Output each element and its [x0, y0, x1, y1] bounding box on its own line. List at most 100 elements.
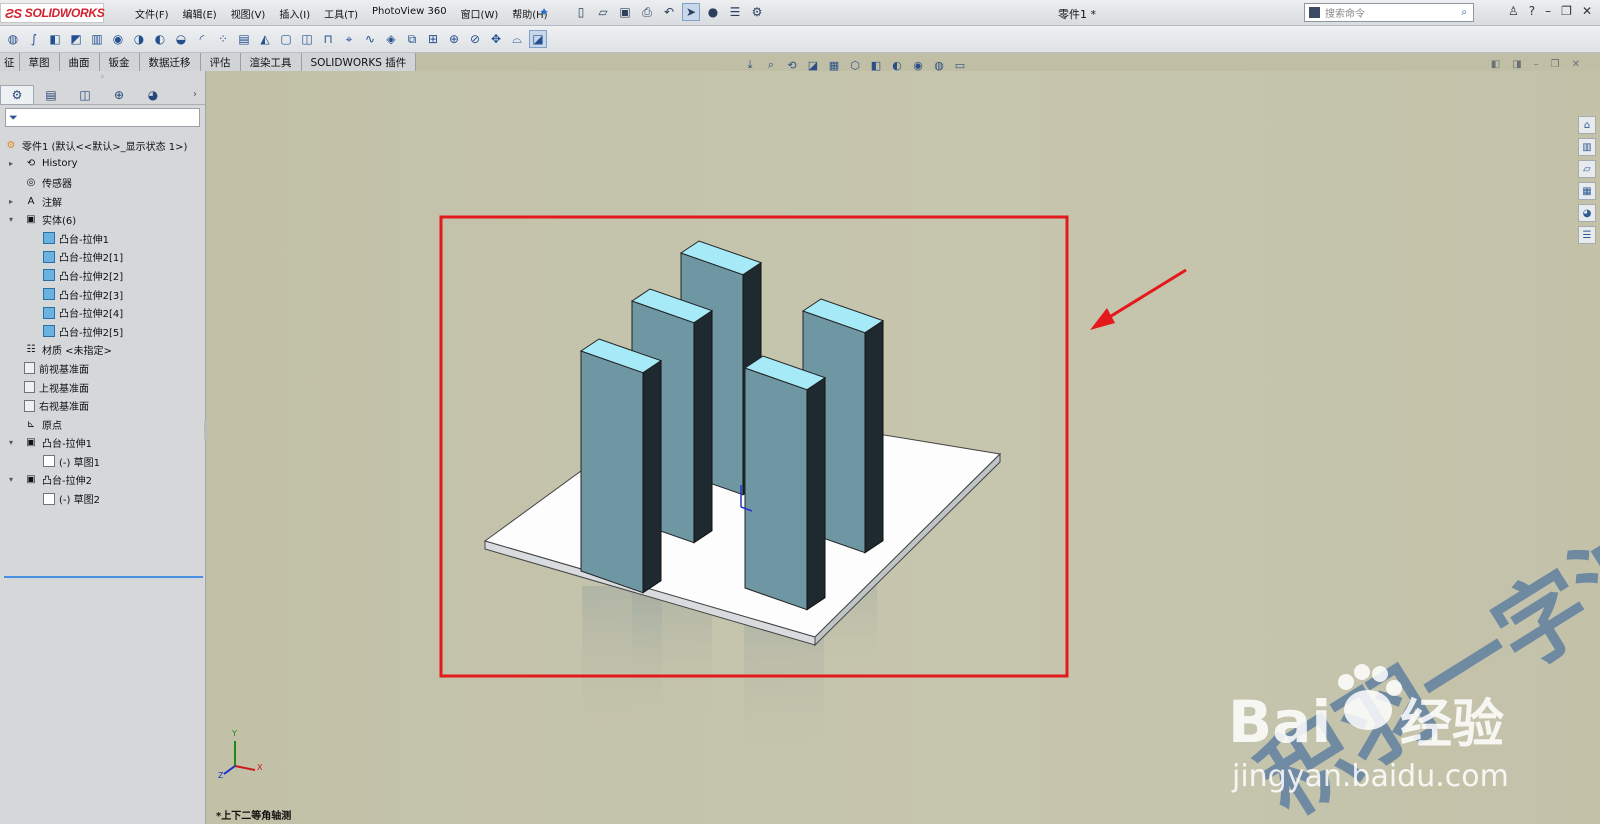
dome-icon[interactable]: ⌓	[508, 30, 526, 48]
menu-file[interactable]: 文件(F)	[128, 6, 176, 21]
expander-icon[interactable]: ▾	[9, 475, 17, 484]
new-document-icon[interactable]: ▯	[572, 3, 590, 21]
instant3d-icon[interactable]: ◈	[382, 30, 400, 48]
shell-icon[interactable]: ▢	[277, 30, 295, 48]
chevron-right-icon[interactable]: ›	[193, 89, 197, 100]
sweep-icon[interactable]: ∫	[25, 30, 43, 48]
file-explorer-icon[interactable]: ▱	[1578, 160, 1596, 178]
collapse-left-icon[interactable]: ◧	[1491, 59, 1500, 70]
filter-icon[interactable]: ⏷	[9, 111, 18, 125]
tab-evaluate[interactable]: 评估	[200, 53, 241, 71]
user-icon[interactable]: ♙	[1508, 4, 1519, 18]
revolve-icon[interactable]: ◍	[4, 30, 22, 48]
tree-item[interactable]: ◎ 传感器	[0, 173, 206, 192]
curves-icon[interactable]: ∿	[361, 30, 379, 48]
configuration-manager-tab-icon[interactable]: ◫	[68, 85, 102, 105]
tree-item[interactable]: ☷ 材质 <未指定>	[0, 341, 206, 360]
custom-properties-icon[interactable]: ☰	[1578, 226, 1596, 244]
tree-item[interactable]: 凸台-拉伸1	[0, 229, 206, 248]
restore-icon[interactable]: ❐	[1561, 4, 1572, 18]
tree-item[interactable]: 凸台-拉伸2[1]	[0, 248, 206, 267]
tree-item[interactable]: ▸ A 注解	[0, 192, 206, 211]
zoom-to-fit-icon[interactable]: ⤓	[742, 57, 758, 73]
tab-render-tools[interactable]: 渲染工具	[240, 53, 302, 71]
search-box[interactable]: 搜索命令 ⌕	[1304, 3, 1474, 22]
tree-item[interactable]: 右视基准面	[0, 396, 206, 415]
expander-icon[interactable]: ▾	[9, 215, 17, 224]
tree-filter[interactable]: ⏷	[5, 108, 200, 127]
rollback-bar[interactable]	[4, 576, 203, 578]
appearances-icon[interactable]: ◕	[1578, 204, 1596, 222]
minimize-icon[interactable]: –	[1545, 4, 1551, 18]
wrap-icon[interactable]: ◫	[298, 30, 316, 48]
tab-sheet-metal[interactable]: 钣金	[99, 53, 140, 71]
view-settings-icon[interactable]: ▭	[952, 57, 968, 73]
combine-icon[interactable]: ⊕	[445, 30, 463, 48]
tree-item[interactable]: (-) 草图2	[0, 489, 206, 508]
collapse-right-icon[interactable]: ◨	[1512, 59, 1521, 70]
view-orientation-icon[interactable]: ⬡	[847, 57, 863, 73]
open-icon[interactable]: ▱	[594, 3, 612, 21]
tab-surfaces[interactable]: 曲面	[59, 53, 100, 71]
graphics-area[interactable]: Y X Z	[207, 71, 1600, 824]
search-scope-icon[interactable]	[1309, 7, 1320, 18]
view-palette-icon[interactable]: ▦	[1578, 182, 1596, 200]
dynamic-annotation-icon[interactable]: ▦	[826, 57, 842, 73]
search-icon[interactable]: ⌕	[1461, 7, 1467, 18]
tree-item[interactable]: ▾ ▣ 凸台-拉伸1	[0, 434, 206, 453]
mirror-icon[interactable]: ⧉	[403, 30, 421, 48]
viewport-close-icon[interactable]: ✕	[1572, 59, 1580, 70]
tab-sketch[interactable]: 草图	[19, 53, 60, 71]
tree-item[interactable]: 凸台-拉伸2[5]	[0, 322, 206, 341]
rib-icon[interactable]: ▤	[235, 30, 253, 48]
tab-data-migration[interactable]: 数据迁移	[139, 53, 201, 71]
tree-item[interactable]: ▾ ▣ 凸台-拉伸2	[0, 471, 206, 490]
menu-insert[interactable]: 插入(I)	[272, 6, 317, 21]
reference-geometry-icon[interactable]: ⌖	[340, 30, 358, 48]
tree-item[interactable]: 上视基准面	[0, 378, 206, 397]
pin-icon[interactable]: ✦	[539, 5, 549, 19]
tree-root[interactable]: ⚙ 零件1 (默认<<默认>_显示状态 1>)	[0, 136, 206, 155]
move-body-icon[interactable]: ✥	[487, 30, 505, 48]
select-icon[interactable]: ➤	[682, 3, 700, 21]
tree-item[interactable]: (-) 草图1	[0, 452, 206, 471]
loft-icon[interactable]: ◧	[46, 30, 64, 48]
expander-icon[interactable]: ▸	[9, 159, 17, 168]
tree-item[interactable]: ⊾ 原点	[0, 415, 206, 434]
tree-item[interactable]: ▾ ▣ 实体(6)	[0, 210, 206, 229]
previous-view-icon[interactable]: ⟲	[784, 57, 800, 73]
rebuild-icon[interactable]: ●	[704, 3, 722, 21]
panel-grip[interactable]: ◦	[0, 71, 205, 85]
section-view-icon[interactable]: ◪	[805, 57, 821, 73]
viewport-minimize-icon[interactable]: –	[1534, 59, 1539, 70]
home-icon[interactable]: ⌂	[1578, 116, 1596, 134]
menu-view[interactable]: 视图(V)	[224, 6, 273, 21]
display-style-icon[interactable]: ◧	[868, 57, 884, 73]
tree-item[interactable]: 前视基准面	[0, 359, 206, 378]
viewport-restore-icon[interactable]: ❐	[1551, 59, 1560, 70]
pattern-icon[interactable]: ⁘	[214, 30, 232, 48]
swept-cut-icon[interactable]: ◐	[151, 30, 169, 48]
draft-icon[interactable]: ◭	[256, 30, 274, 48]
help-icon[interactable]: ?	[1529, 4, 1535, 18]
expander-icon[interactable]: ▾	[9, 438, 17, 447]
tree-item[interactable]: 凸台-拉伸2[4]	[0, 303, 206, 322]
menu-edit[interactable]: 编辑(E)	[176, 6, 224, 21]
property-manager-tab-icon[interactable]: ▤	[34, 85, 68, 105]
fillet-icon[interactable]: ◜	[193, 30, 211, 48]
hole-wizard-icon[interactable]: ◉	[109, 30, 127, 48]
instant-3d-toggle-icon[interactable]: ◪	[529, 30, 547, 48]
tab-features[interactable]: 征	[0, 53, 20, 71]
hide-show-items-icon[interactable]: ◐	[889, 57, 905, 73]
apply-scene-icon[interactable]: ◍	[931, 57, 947, 73]
split-icon[interactable]: ⊘	[466, 30, 484, 48]
boundary-icon[interactable]: ◩	[67, 30, 85, 48]
menu-window[interactable]: 窗口(W)	[454, 6, 506, 21]
feature-manager-tab-icon[interactable]: ⚙	[0, 84, 34, 105]
extruded-cut-icon[interactable]: ▥	[88, 30, 106, 48]
edit-appearance-icon[interactable]: ◉	[910, 57, 926, 73]
undo-icon[interactable]: ↶	[660, 3, 678, 21]
tab-solidworks-addins[interactable]: SOLIDWORKS 插件	[301, 53, 417, 71]
zoom-to-area-icon[interactable]: ⌕	[763, 57, 779, 73]
design-library-icon[interactable]: ▥	[1578, 138, 1596, 156]
